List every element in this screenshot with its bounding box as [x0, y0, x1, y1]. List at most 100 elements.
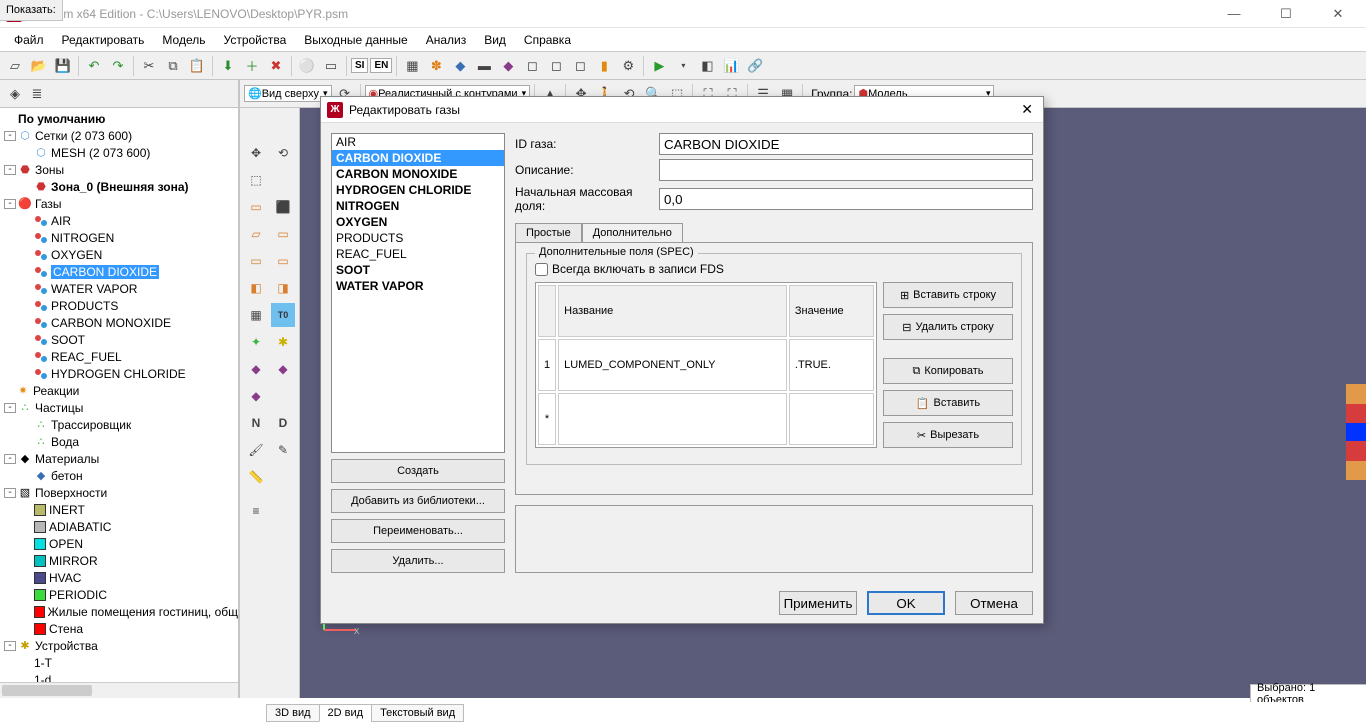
run-icon[interactable]: ▶: [648, 55, 670, 77]
tree-gas-item[interactable]: WATER VAPOR: [0, 280, 238, 297]
material-icon[interactable]: ◆: [449, 55, 471, 77]
gas-list-item[interactable]: PRODUCTS: [332, 230, 504, 246]
gear-icon[interactable]: ⚙: [617, 55, 639, 77]
tree-surface-item[interactable]: Жилые помещения гостиниц, общ: [0, 603, 238, 620]
surface-icon[interactable]: ▬: [473, 55, 495, 77]
menu-view[interactable]: Вид: [478, 31, 512, 49]
tree-concrete[interactable]: бетон: [51, 469, 83, 483]
tree-surface-item[interactable]: ADIABATIC: [0, 518, 238, 535]
tree-device-item[interactable]: 1-d: [0, 671, 238, 682]
ok-button[interactable]: OK: [867, 591, 945, 615]
pal-box1-icon[interactable]: ▭: [244, 195, 268, 219]
units-en-button[interactable]: EN: [370, 58, 392, 73]
tree-surface-item[interactable]: MIRROR: [0, 552, 238, 569]
tab-2d-view[interactable]: 2D вид: [319, 704, 373, 722]
filter-icon[interactable]: ⚪: [296, 55, 318, 77]
create-button[interactable]: Создать: [331, 459, 505, 483]
tree-tracer[interactable]: Трассировщик: [51, 418, 131, 432]
description-field[interactable]: [659, 159, 1033, 181]
menu-analysis[interactable]: Анализ: [420, 31, 473, 49]
paste-icon[interactable]: 📋: [186, 55, 208, 77]
tree-reactions[interactable]: Реакции: [33, 384, 79, 398]
menu-help[interactable]: Справка: [518, 31, 577, 49]
tree-gas-item[interactable]: SOOT: [0, 331, 238, 348]
link-icon[interactable]: 🔗: [744, 55, 766, 77]
cut-icon[interactable]: ✂: [138, 55, 160, 77]
pal-rotate-icon[interactable]: ⟲: [271, 141, 295, 165]
pal-box4-icon[interactable]: ▭: [271, 222, 295, 246]
tree-materials[interactable]: Материалы: [35, 452, 99, 466]
pal-t0-button[interactable]: T0: [271, 303, 295, 327]
gas-list-item[interactable]: AIR: [332, 134, 504, 150]
pal-grid-icon[interactable]: ▦: [244, 303, 268, 327]
tab-3d-view[interactable]: 3D вид: [266, 704, 320, 722]
tree-devices[interactable]: Устройства: [35, 639, 98, 653]
maximize-button[interactable]: ☐: [1272, 6, 1300, 22]
dev-icon[interactable]: ◻: [521, 55, 543, 77]
chart-icon[interactable]: 📊: [720, 55, 742, 77]
pal-purple2-icon[interactable]: ◆: [271, 357, 295, 381]
gas-list[interactable]: AIRCARBON DIOXIDECARBON MONOXIDEHYDROGEN…: [331, 133, 505, 453]
apply-button[interactable]: Применить: [779, 591, 857, 615]
tree-gas-item[interactable]: REAC_FUEL: [0, 348, 238, 365]
menu-devices[interactable]: Устройства: [218, 31, 293, 49]
menu-model[interactable]: Модель: [156, 31, 211, 49]
copy-icon[interactable]: ⧉: [162, 55, 184, 77]
pal-move-icon[interactable]: ✥: [244, 141, 268, 165]
menu-edit[interactable]: Редактировать: [56, 31, 151, 49]
results-icon[interactable]: ◧: [696, 55, 718, 77]
pal-ruler-icon[interactable]: 📏: [244, 465, 268, 489]
pal-align-icon[interactable]: ≡: [244, 499, 268, 523]
save-icon[interactable]: 💾: [52, 55, 74, 77]
tree-mesh[interactable]: MESH (2 073 600): [51, 146, 150, 160]
paste-button[interactable]: 📋Вставить: [883, 390, 1013, 416]
tree-surface-item[interactable]: PERIODIC: [0, 586, 238, 603]
delete-button[interactable]: Удалить...: [331, 549, 505, 573]
tree-surface-item[interactable]: OPEN: [0, 535, 238, 552]
pal-box5-icon[interactable]: ▭: [244, 249, 268, 273]
always-include-checkbox[interactable]: [535, 263, 548, 276]
pal-box7-icon[interactable]: ◧: [244, 276, 268, 300]
pal-box3-icon[interactable]: ▱: [244, 222, 268, 246]
delete-row-button[interactable]: ⊟Удалить строку: [883, 314, 1013, 340]
pal-box6-icon[interactable]: ▭: [271, 249, 295, 273]
tab-simple[interactable]: Простые: [515, 223, 582, 243]
nav-tree-icon[interactable]: ◈: [4, 83, 26, 105]
gas-list-item[interactable]: WATER VAPOR: [332, 278, 504, 294]
tab-advanced[interactable]: Дополнительно: [582, 223, 683, 243]
rename-button[interactable]: Переименовать...: [331, 519, 505, 543]
pal-box2-icon[interactable]: ⬛: [271, 195, 295, 219]
tree-surface-item[interactable]: Стена: [0, 620, 238, 637]
view-combo[interactable]: 🌐 Вид сверху▾: [244, 85, 332, 102]
tree-gas-item[interactable]: HYDROGEN CHLORIDE: [0, 365, 238, 382]
add-from-library-button[interactable]: Добавить из библиотеки...: [331, 489, 505, 513]
pal-dev-icon[interactable]: ✦: [244, 330, 268, 354]
expand-icon[interactable]: -: [4, 488, 16, 498]
tree-gas-item[interactable]: PRODUCTS: [0, 297, 238, 314]
import-icon[interactable]: ⬇: [217, 55, 239, 77]
tree-gas-item[interactable]: AIR: [0, 212, 238, 229]
spec-name-cell[interactable]: LUMED_COMPONENT_ONLY: [558, 339, 787, 391]
run-dropdown-icon[interactable]: ▾: [672, 55, 694, 77]
expand-icon[interactable]: -: [4, 199, 16, 209]
tree-device-item[interactable]: 1-T: [0, 654, 238, 671]
pal-picker-icon[interactable]: ✎: [271, 438, 295, 462]
insert-row-button[interactable]: ⊞Вставить строку: [883, 282, 1013, 308]
purple-icon[interactable]: ◆: [497, 55, 519, 77]
pal-purple3-icon[interactable]: ◆: [244, 384, 268, 408]
tree-surface-item[interactable]: HVAC: [0, 569, 238, 586]
expand-icon[interactable]: -: [4, 131, 16, 141]
tree-gases[interactable]: Газы: [35, 197, 62, 211]
tree-gas-item[interactable]: OXYGEN: [0, 246, 238, 263]
delete-icon[interactable]: ✖: [265, 55, 287, 77]
expand-icon[interactable]: -: [4, 454, 16, 464]
copy-button[interactable]: ⧉Копировать: [883, 358, 1013, 384]
undo-icon[interactable]: ↶: [83, 55, 105, 77]
pal-n-button[interactable]: N: [244, 411, 268, 435]
ctrl-icon[interactable]: ◻: [545, 55, 567, 77]
nav-list-icon[interactable]: ≣: [26, 83, 48, 105]
redo-icon[interactable]: ↷: [107, 55, 129, 77]
mesh-icon[interactable]: ▦: [401, 55, 423, 77]
gas-list-item[interactable]: CARBON DIOXIDE: [332, 150, 504, 166]
gas-list-item[interactable]: HYDROGEN CHLORIDE: [332, 182, 504, 198]
